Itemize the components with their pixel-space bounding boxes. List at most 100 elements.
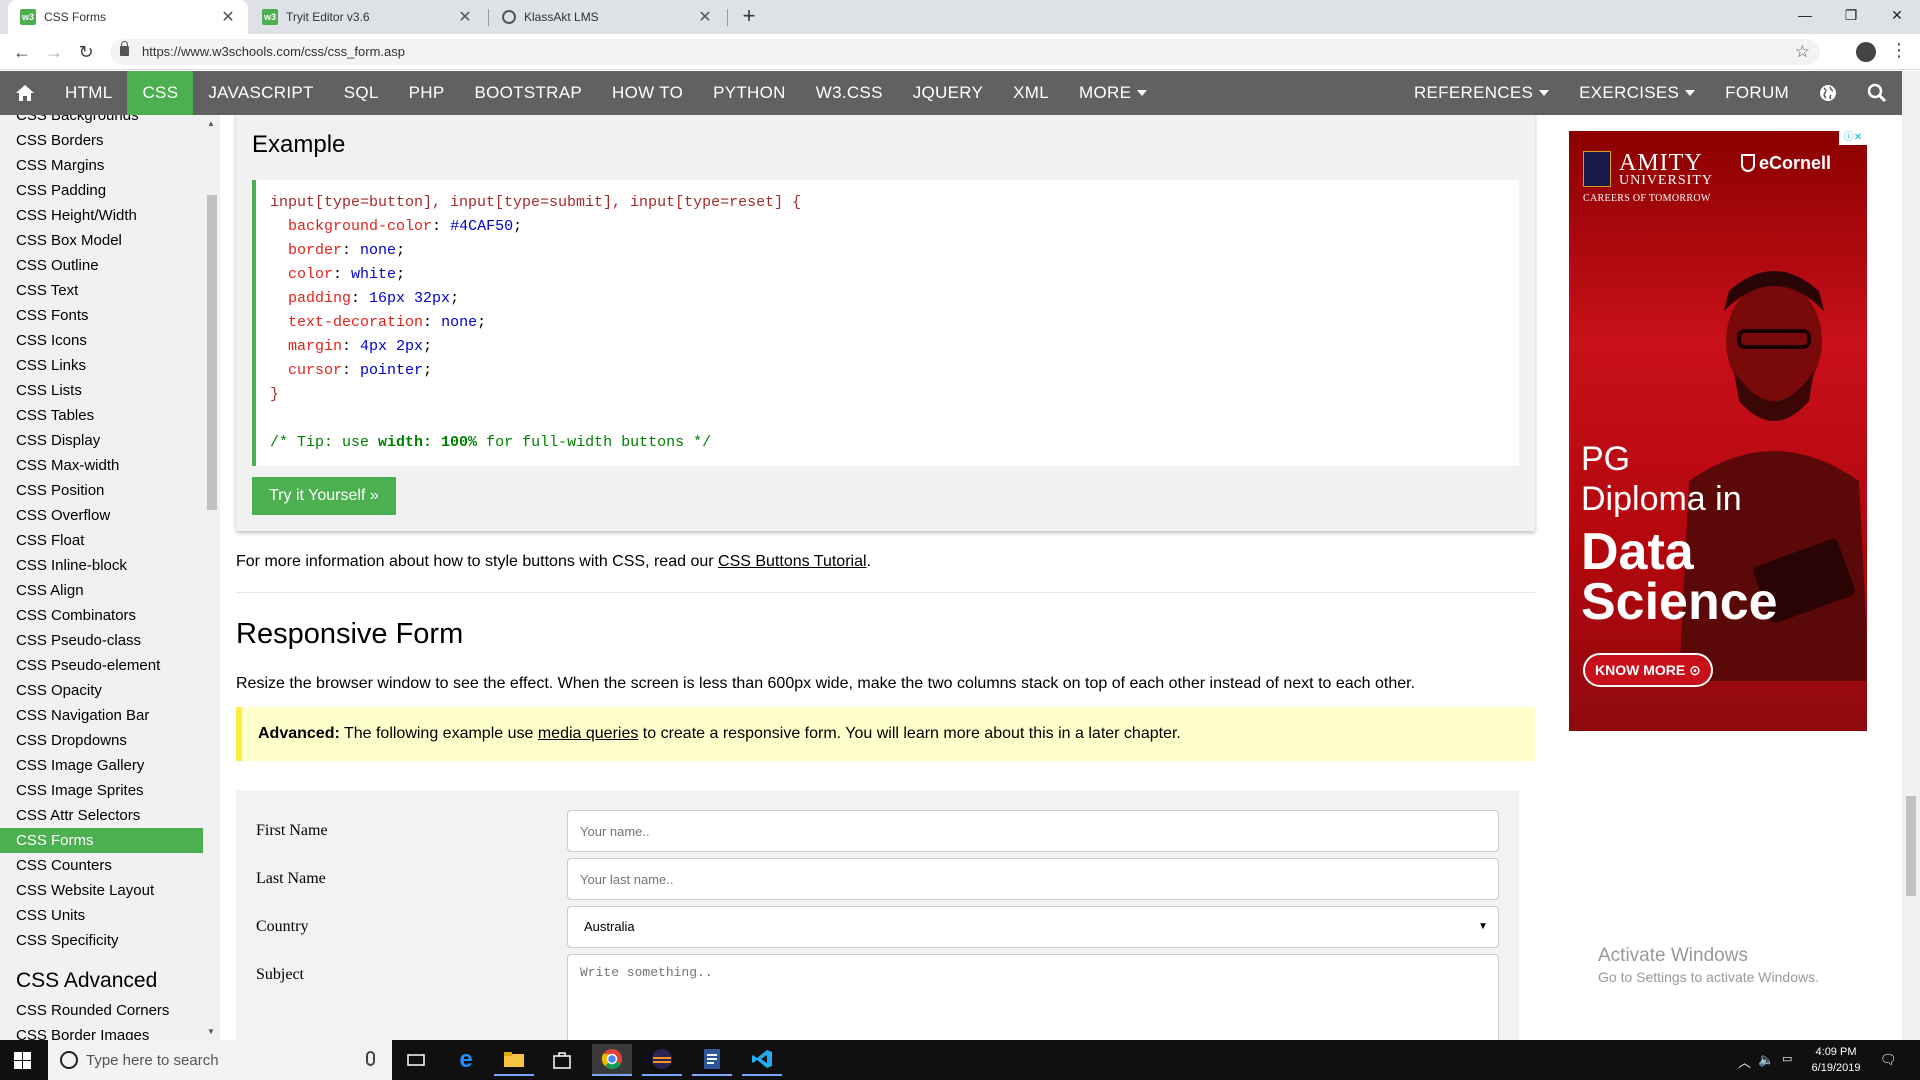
sidebar-item-image-sprites[interactable]: CSS Image Sprites [0, 778, 203, 803]
search-icon[interactable] [1852, 71, 1902, 115]
sidebar-item-links[interactable]: CSS Links [0, 353, 203, 378]
sidebar-item-position[interactable]: CSS Position [0, 478, 203, 503]
scroll-down-arrow-icon[interactable]: ▼ [207, 1027, 215, 1036]
nav-html[interactable]: HTML [50, 71, 127, 115]
sidebar-item-pseudo-element[interactable]: CSS Pseudo-element [0, 653, 203, 678]
sidebar-item-navigation-bar[interactable]: CSS Navigation Bar [0, 703, 203, 728]
sidebar-item-fonts[interactable]: CSS Fonts [0, 303, 203, 328]
sidebar-item-padding[interactable]: CSS Padding [0, 178, 203, 203]
sidebar-item-combinators[interactable]: CSS Combinators [0, 603, 203, 628]
sidebar-scrollbar[interactable]: ▲ ▼ [203, 115, 220, 1040]
nav-exercises[interactable]: EXERCISES [1564, 71, 1710, 115]
ad-choices-close-icon[interactable]: ⓘ✕ [1839, 131, 1867, 145]
sidebar-item-inline-block[interactable]: CSS Inline-block [0, 553, 203, 578]
ad-know-more-button[interactable]: KNOW MORE ⊙ [1583, 653, 1713, 687]
sidebar-item-max-width[interactable]: CSS Max-width [0, 453, 203, 478]
sidebar-item-icons[interactable]: CSS Icons [0, 328, 203, 353]
profile-avatar-icon[interactable] [1856, 42, 1876, 62]
task-view-icon[interactable] [396, 1044, 436, 1076]
subject-textarea[interactable] [567, 954, 1499, 1040]
nav-sql[interactable]: SQL [329, 71, 394, 115]
sidebar-item-outline[interactable]: CSS Outline [0, 253, 203, 278]
sidebar-item-specificity[interactable]: CSS Specificity [0, 928, 203, 953]
sidebar-item-rounded-corners[interactable]: CSS Rounded Corners [0, 998, 203, 1023]
close-icon[interactable]: ✕ [697, 7, 713, 27]
home-icon[interactable] [0, 71, 50, 115]
last-name-input[interactable] [567, 858, 1499, 900]
sidebar-item-display[interactable]: CSS Display [0, 428, 203, 453]
taskbar-clock[interactable]: 4:09 PM 6/19/2019 [1800, 1044, 1872, 1076]
media-queries-link[interactable]: media queries [538, 725, 639, 742]
forward-arrow-icon[interactable]: → [42, 40, 66, 64]
bookmark-star-icon[interactable]: ☆ [1795, 42, 1810, 62]
microphone-icon[interactable] [366, 1051, 375, 1066]
volume-icon[interactable]: 🔈 [1758, 1052, 1774, 1068]
back-arrow-icon[interactable]: ← [10, 40, 34, 64]
sidebar-item-backgrounds[interactable]: CSS Backgrounds [0, 115, 203, 128]
country-select[interactable]: Australia ▼ [567, 906, 1499, 948]
edge-browser-icon[interactable]: e [446, 1044, 486, 1076]
sidebar-item-overflow[interactable]: CSS Overflow [0, 503, 203, 528]
first-name-input[interactable] [567, 810, 1499, 852]
close-icon[interactable]: ✕ [457, 7, 473, 27]
reload-icon[interactable]: ↻ [74, 40, 98, 64]
nav-references[interactable]: REFERENCES [1399, 71, 1564, 115]
tab-klassakt-lms[interactable]: KlassAkt LMS ✕ [490, 0, 725, 34]
sidebar-item-units[interactable]: CSS Units [0, 903, 203, 928]
maximize-button[interactable]: ❐ [1828, 0, 1874, 30]
sidebar-item-borders[interactable]: CSS Borders [0, 128, 203, 153]
sidebar-item-counters[interactable]: CSS Counters [0, 853, 203, 878]
nav-python[interactable]: PYTHON [698, 71, 801, 115]
new-tab-button[interactable]: + [736, 4, 762, 30]
nav-php[interactable]: PHP [394, 71, 460, 115]
sidebar-item-text[interactable]: CSS Text [0, 278, 203, 303]
window-close-button[interactable]: ✕ [1874, 0, 1920, 30]
close-icon[interactable]: ✕ [220, 7, 236, 27]
page-scrollbar[interactable] [1902, 71, 1920, 1040]
nav-forum[interactable]: FORUM [1710, 71, 1804, 115]
globe-icon[interactable] [1804, 71, 1852, 115]
nav-javascript[interactable]: JAVASCRIPT [193, 71, 328, 115]
sidebar-item-tables[interactable]: CSS Tables [0, 403, 203, 428]
sidebar-item-attr-selectors[interactable]: CSS Attr Selectors [0, 803, 203, 828]
store-icon[interactable] [542, 1044, 582, 1076]
nav-xml[interactable]: XML [998, 71, 1064, 115]
sidebar-item-box-model[interactable]: CSS Box Model [0, 228, 203, 253]
sidebar-item-height-width[interactable]: CSS Height/Width [0, 203, 203, 228]
sidebar-item-pseudo-class[interactable]: CSS Pseudo-class [0, 628, 203, 653]
eclipse-ide-icon[interactable] [642, 1044, 682, 1076]
sidebar-item-website-layout[interactable]: CSS Website Layout [0, 878, 203, 903]
nav-how-to[interactable]: HOW TO [597, 71, 698, 115]
sidebar-item-border-images[interactable]: CSS Border Images [0, 1023, 203, 1040]
document-editor-icon[interactable] [692, 1044, 732, 1076]
sidebar-item-dropdowns[interactable]: CSS Dropdowns [0, 728, 203, 753]
sidebar-item-image-gallery[interactable]: CSS Image Gallery [0, 753, 203, 778]
page-scroll-thumb[interactable] [1906, 796, 1916, 896]
sidebar-item-lists[interactable]: CSS Lists [0, 378, 203, 403]
tab-tryit-editor[interactable]: w3 Tryit Editor v3.6 ✕ [250, 0, 485, 34]
nav-css[interactable]: CSS [127, 71, 194, 115]
nav-more[interactable]: MORE [1064, 71, 1162, 115]
minimize-button[interactable]: — [1782, 0, 1828, 30]
file-explorer-icon[interactable] [494, 1044, 534, 1076]
sidebar-item-align[interactable]: CSS Align [0, 578, 203, 603]
css-buttons-tutorial-link[interactable]: CSS Buttons Tutorial [718, 553, 867, 570]
nav-w3css[interactable]: W3.CSS [801, 71, 898, 115]
sidebar-item-float[interactable]: CSS Float [0, 528, 203, 553]
sidebar-item-opacity[interactable]: CSS Opacity [0, 678, 203, 703]
try-it-yourself-button[interactable]: Try it Yourself » [252, 477, 396, 515]
url-text[interactable]: https://www.w3schools.com/css/css_form.a… [142, 44, 405, 59]
vscode-icon[interactable] [742, 1044, 782, 1076]
windows-start-icon[interactable] [14, 1052, 31, 1069]
advertisement-banner[interactable]: AMITY UNIVERSITY CAREERS OF TOMORROW eCo… [1569, 131, 1867, 731]
sidebar-item-forms[interactable]: CSS Forms [0, 828, 203, 853]
tab-css-forms[interactable]: w3 CSS Forms ✕ [8, 0, 248, 34]
menu-kebab-icon[interactable]: ⋮ [1890, 40, 1908, 61]
chrome-browser-icon[interactable] [592, 1044, 632, 1076]
sidebar-scroll-thumb[interactable] [207, 195, 217, 510]
nav-bootstrap[interactable]: BOOTSTRAP [459, 71, 597, 115]
taskbar-search-box[interactable]: Type here to search [48, 1040, 392, 1080]
sidebar-item-margins[interactable]: CSS Margins [0, 153, 203, 178]
network-icon[interactable]: ▭ [1782, 1052, 1792, 1065]
nav-jquery[interactable]: JQUERY [898, 71, 998, 115]
